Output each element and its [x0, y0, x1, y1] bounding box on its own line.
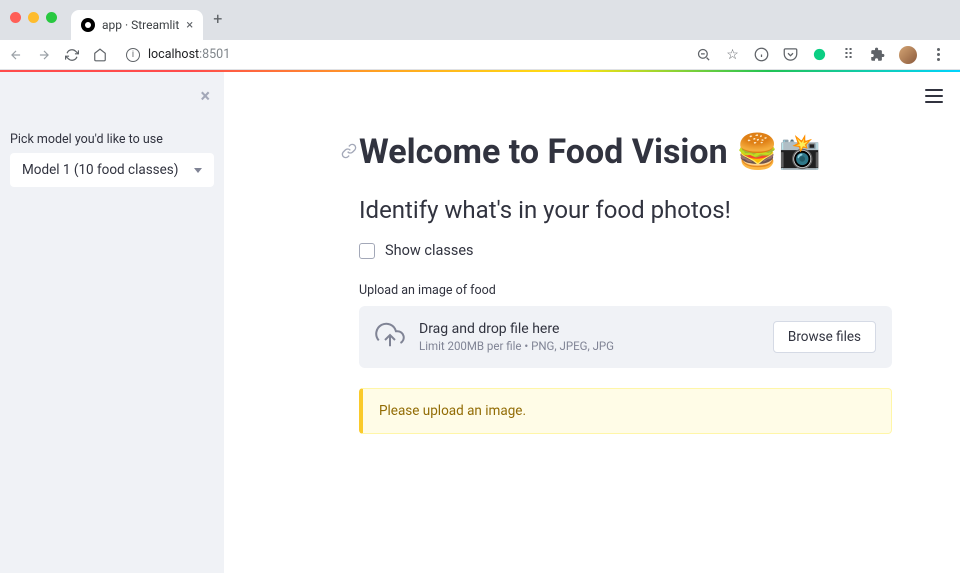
- puzzle-icon[interactable]: [870, 47, 885, 62]
- info-circle-icon[interactable]: [754, 47, 769, 62]
- window-controls: [0, 12, 67, 23]
- model-selected-value: Model 1 (10 food classes): [22, 162, 178, 178]
- sidebar: × Pick model you'd like to use Model 1 (…: [0, 72, 224, 573]
- window-maximize[interactable]: [46, 12, 57, 23]
- page-subtitle: Identify what's in your food photos!: [359, 196, 892, 224]
- hamburger-menu-icon[interactable]: [925, 89, 943, 103]
- bookmark-star-icon[interactable]: ☆: [725, 47, 740, 62]
- nav-reload-icon[interactable]: [64, 48, 80, 62]
- url-port: :8501: [199, 47, 230, 62]
- extension-icons: ☆ ⠿: [696, 46, 952, 64]
- upload-title: Drag and drop file here: [419, 321, 759, 337]
- main-content: Welcome to Food Vision 🍔📸 Identify what'…: [224, 72, 960, 573]
- warning-message: Please upload an image.: [359, 388, 892, 434]
- grid-dots-icon[interactable]: ⠿: [841, 47, 856, 62]
- window-minimize[interactable]: [28, 12, 39, 23]
- browser-toolbar: i localhost:8501 ☆ ⠿: [0, 40, 960, 70]
- profile-avatar[interactable]: [899, 46, 917, 64]
- model-select[interactable]: Model 1 (10 food classes): [10, 153, 214, 187]
- extension-dot-icon[interactable]: [812, 47, 827, 62]
- window-close[interactable]: [10, 12, 21, 23]
- url-host: localhost: [148, 47, 199, 62]
- file-uploader[interactable]: Drag and drop file here Limit 200MB per …: [359, 306, 892, 368]
- browser-menu-icon[interactable]: [931, 47, 946, 62]
- new-tab-button[interactable]: +: [213, 9, 222, 28]
- browser-tab[interactable]: app · Streamlit ×: [71, 10, 203, 40]
- show-classes-checkbox[interactable]: Show classes: [359, 242, 892, 259]
- streamlit-favicon: [81, 18, 95, 32]
- nav-home-icon[interactable]: [92, 48, 108, 62]
- address-bar[interactable]: i localhost:8501: [120, 47, 684, 62]
- title-text: Welcome to Food Vision 🍔📸: [359, 132, 821, 172]
- nav-forward-icon: [36, 48, 52, 62]
- streamlit-app: × Pick model you'd like to use Model 1 (…: [0, 72, 960, 573]
- upload-label: Upload an image of food: [359, 283, 892, 298]
- nav-back-icon[interactable]: [8, 48, 24, 62]
- model-select-label: Pick model you'd like to use: [10, 132, 214, 147]
- browse-files-button[interactable]: Browse files: [773, 321, 876, 353]
- checkbox-label: Show classes: [385, 242, 474, 259]
- upload-text: Drag and drop file here Limit 200MB per …: [419, 321, 759, 353]
- upload-hint: Limit 200MB per file • PNG, JPEG, JPG: [419, 339, 759, 353]
- page-title: Welcome to Food Vision 🍔📸: [359, 132, 892, 172]
- cloud-upload-icon: [375, 320, 405, 354]
- site-info-icon[interactable]: i: [126, 48, 140, 62]
- zoom-icon[interactable]: [696, 47, 711, 62]
- sidebar-close-icon[interactable]: ×: [200, 86, 210, 107]
- checkbox-icon: [359, 243, 375, 259]
- close-tab-icon[interactable]: ×: [186, 18, 193, 33]
- pocket-icon[interactable]: [783, 47, 798, 62]
- chevron-down-icon: [194, 168, 202, 173]
- heading-anchor-icon[interactable]: [341, 140, 357, 165]
- tab-title: app · Streamlit: [102, 18, 179, 32]
- browser-tab-strip: app · Streamlit × +: [0, 0, 960, 40]
